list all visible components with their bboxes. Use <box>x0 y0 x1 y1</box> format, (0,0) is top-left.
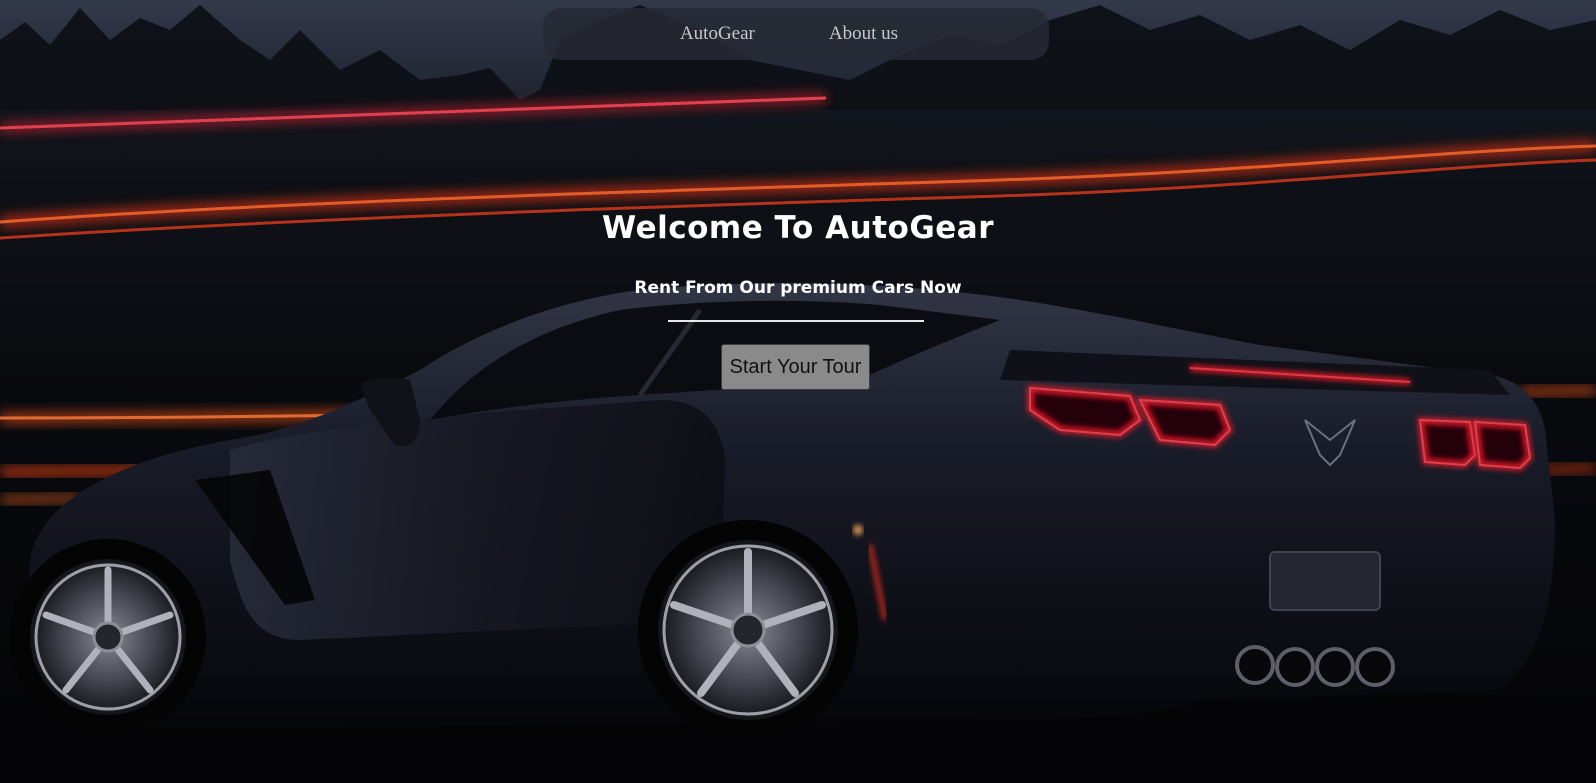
hero-section: AutoGear About us Welcome To AutoGear Re… <box>0 0 1596 783</box>
hero-title: Welcome To AutoGear <box>601 210 994 246</box>
start-tour-button[interactable]: Start Your Tour <box>721 344 870 390</box>
hero-background-image <box>0 0 1596 783</box>
nav-link-autogear[interactable]: AutoGear <box>680 23 755 45</box>
nav-link-about-us[interactable]: About us <box>829 23 898 45</box>
hero-divider <box>668 320 924 322</box>
top-navbar: AutoGear About us <box>543 8 1049 60</box>
hero-subtitle: Rent From Our premium Cars Now <box>634 278 962 298</box>
